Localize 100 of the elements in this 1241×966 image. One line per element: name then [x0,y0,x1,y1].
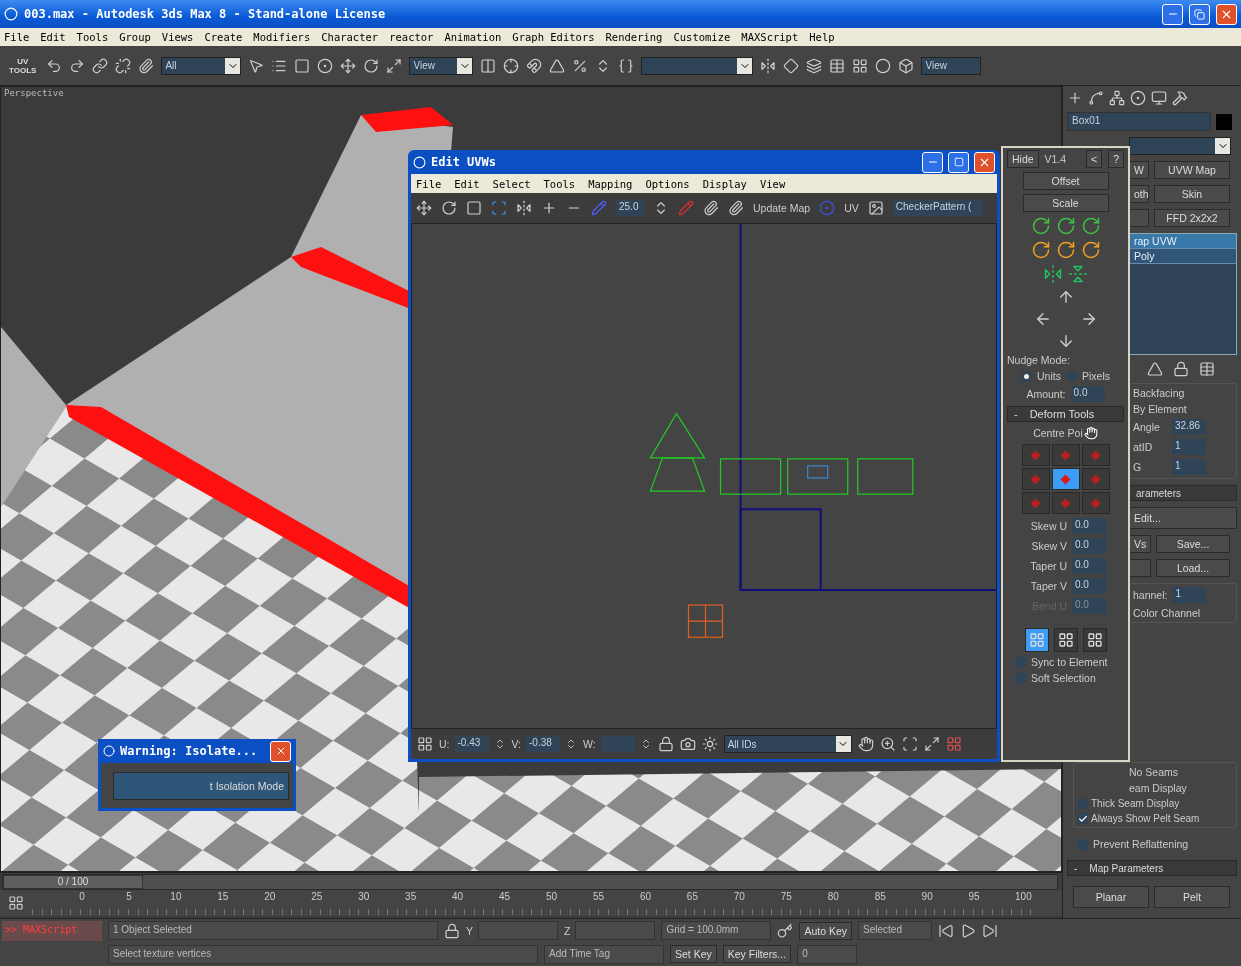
pointer-icon[interactable] [248,57,265,74]
zoom-extents-icon[interactable] [923,736,940,752]
modifier-button[interactable]: Skin [1154,185,1230,203]
menu-item[interactable]: reactor [389,31,434,43]
spinner-field[interactable]: 32.86 [1172,419,1206,435]
modifier-button[interactable]: W [1129,161,1149,179]
lock-icon[interactable] [657,736,674,752]
mirror-icon[interactable] [1068,264,1088,284]
menu-item[interactable]: MAXScript [741,31,799,43]
menu-item[interactable]: Animation [444,31,502,43]
time-slider[interactable]: 0 / 100 [2,873,1058,890]
modifier-button[interactable] [1129,209,1149,227]
selection-filter-dropdown[interactable]: All [161,56,242,75]
panel-button[interactable]: Scale [1022,194,1109,212]
update-map-button[interactable]: Update Map [753,202,811,214]
radio-button[interactable] [1021,370,1032,382]
menu-item[interactable]: File [4,31,30,43]
object-name-field[interactable]: Box01 [1067,112,1211,131]
scale-icon[interactable] [386,57,403,74]
coordinate-field[interactable]: -0.38 [526,736,561,752]
move-icon[interactable] [340,57,357,74]
zoom-icon[interactable] [879,736,896,752]
exit-isolation-button[interactable]: t Isolation Mode [113,771,289,800]
deform-field[interactable]: 0.0 [1072,578,1106,594]
channel-field[interactable]: 1 [1172,587,1207,603]
centre-point-cell[interactable] [1081,492,1110,514]
rotate-icon[interactable] [441,200,457,216]
minimize-button[interactable] [922,151,943,173]
selection-mode-button[interactable] [1082,628,1107,652]
hide-button[interactable]: Hide [1007,150,1039,168]
centre-point-cell[interactable] [1051,444,1080,466]
rotate-icon[interactable] [1030,240,1051,260]
menu-item[interactable]: Display [702,177,747,190]
centre-point-cell[interactable] [1081,444,1110,466]
lock-icon[interactable] [444,922,460,939]
help-button[interactable]: ? [1108,150,1124,168]
snapshot-icon[interactable] [679,736,696,752]
named-selection-dropdown[interactable] [641,56,754,75]
panel-button[interactable]: Offset [1022,172,1109,190]
centre-point-cell[interactable] [1051,468,1080,490]
modifier-stack-item[interactable]: rap UVW [1130,234,1236,249]
maximize-button[interactable] [948,151,969,173]
track-bar-icon[interactable] [8,895,24,911]
scale-icon[interactable] [466,200,482,216]
move-icon[interactable] [416,200,432,216]
spinner-field[interactable]: 1 [1172,459,1206,475]
menu-item[interactable]: Select [492,177,531,190]
selection-mode-button[interactable] [1053,628,1078,652]
save-button[interactable]: Save... [1156,535,1230,553]
menu-item[interactable]: Options [645,177,690,190]
auto-key-button[interactable]: Auto Key [799,921,853,940]
centre-point-cell[interactable] [1021,444,1050,466]
time-slider-thumb[interactable]: 0 / 100 [3,874,143,889]
rotate-icon[interactable] [1055,240,1076,260]
menu-item[interactable]: Customize [673,31,731,43]
time-tag-field[interactable]: Add Time Tag [544,944,664,964]
link-icon[interactable] [92,57,109,74]
hand-cursor-icon[interactable] [1083,426,1098,440]
rotate-icon[interactable] [1055,216,1076,236]
centre-point-cell[interactable] [1081,468,1110,490]
hierarchy-icon[interactable] [1109,90,1125,106]
selection-mode-button[interactable] [1024,628,1049,652]
zoom-field[interactable]: 25.0 [616,200,644,216]
load-button[interactable]: Load... [1156,559,1230,577]
rotate-icon[interactable] [1030,216,1051,236]
menu-item[interactable]: Character [321,31,379,43]
paperclip-icon[interactable] [138,57,155,74]
ids-dropdown[interactable]: All IDs [723,735,852,753]
edit-button[interactable]: Edit... [1129,507,1237,529]
pan-icon[interactable] [857,736,874,752]
key-filters-button[interactable]: Key Filters... [722,945,792,964]
menu-item[interactable]: Modifiers [253,31,311,43]
restore-button[interactable] [1189,3,1210,25]
columns-icon[interactable] [480,57,497,74]
reference-coordinate-dropdown[interactable]: View [409,56,474,75]
render-view-dropdown[interactable]: View [921,56,982,75]
menu-item[interactable]: Edit [40,31,66,43]
spinner-field[interactable]: 1 [1172,439,1206,455]
menu-item[interactable]: File [416,177,442,190]
close-button[interactable] [270,740,291,762]
menu-item[interactable]: Graph Editors [512,31,595,43]
centre-point-cell[interactable] [1051,492,1080,514]
amount-field[interactable]: 0.0 [1070,386,1105,402]
percent-icon[interactable] [572,57,589,74]
modifier-button[interactable]: oth [1129,185,1149,203]
mirror-icon[interactable] [760,57,777,74]
create-icon[interactable] [1067,90,1083,106]
menu-item[interactable]: Create [204,31,243,43]
menu-item[interactable]: Rendering [605,31,663,43]
back-button[interactable]: < [1086,150,1103,168]
circle-dot-icon[interactable] [317,57,334,74]
menu-item[interactable]: Mapping [588,177,633,190]
coordinate-field[interactable] [600,736,635,752]
minimize-button[interactable] [1162,3,1183,25]
undo-icon[interactable] [46,57,63,74]
object-color-swatch[interactable] [1216,113,1232,130]
deform-field[interactable]: 0.0 [1072,558,1106,574]
modifier-button[interactable]: UVW Map [1154,161,1230,179]
menu-item[interactable]: View [759,177,786,190]
close-button[interactable] [974,151,995,173]
